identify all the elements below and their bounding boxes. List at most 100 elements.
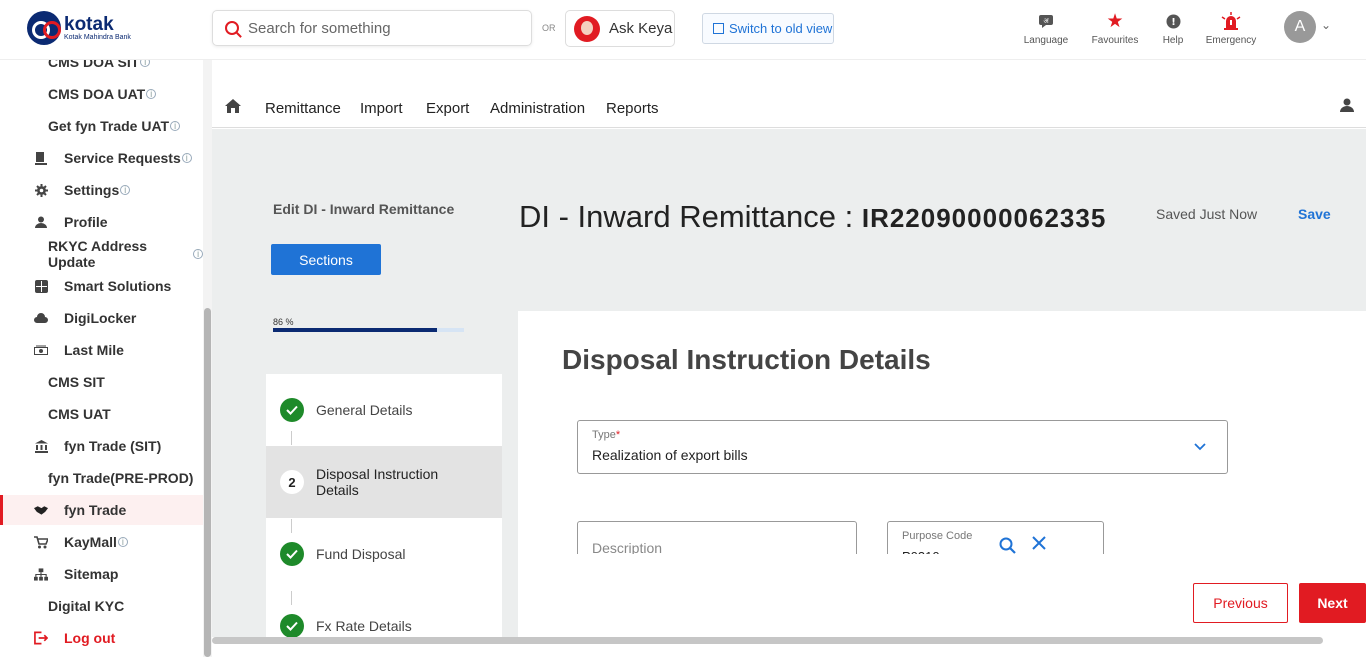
reference-number: IR22090000062335 [861, 203, 1107, 233]
nav-reports[interactable]: Reports [606, 100, 659, 117]
sidebar-item[interactable]: CMS SIT [0, 367, 203, 397]
sidebar-item-label: RKYC Address Update [48, 238, 148, 270]
previous-button[interactable]: Previous [1193, 583, 1288, 623]
sidebar: CMS DOA SIT i CMS DOA UAT i Get fyn Trade UA… [0, 60, 203, 657]
favourites-label: Favourites [1091, 35, 1139, 46]
type-select[interactable]: Type* Realization of export bills [577, 420, 1228, 474]
sidebar-item-label: Profile [64, 214, 108, 230]
chevron-down-icon [1194, 438, 1206, 454]
info-icon[interactable]: i [120, 185, 131, 196]
language-button[interactable]: अ Language [1023, 12, 1069, 46]
sidebar-item-label: DigiLocker [64, 310, 137, 326]
sidebar-item[interactable]: DigiLocker [0, 303, 203, 333]
type-label: Type* [592, 429, 621, 441]
external-link-icon [713, 23, 724, 34]
nav-administration[interactable]: Administration [490, 100, 585, 117]
purpose-code-label: Purpose Code [902, 530, 973, 542]
sidebar-item[interactable]: Get fyn Trade UAT i [0, 111, 203, 141]
sidebar-item[interactable]: Last Mile [0, 335, 203, 365]
save-button[interactable]: Save [1298, 206, 1331, 222]
cash-icon [34, 343, 48, 357]
disposal-form: Disposal Instruction Details Type* Reali… [518, 311, 1366, 564]
sidebar-item[interactable]: fyn Trade(PRE-PROD) [0, 463, 203, 493]
section-steps: General Details 2 Disposal Instruction Det… [266, 374, 502, 637]
sidebar-item[interactable]: CMS UAT [0, 399, 203, 429]
nav-export[interactable]: Export [426, 100, 469, 117]
sidebar-item[interactable]: fyn Trade [0, 495, 203, 525]
ask-keya-button[interactable]: Ask Keya [565, 10, 675, 47]
progress-bar [273, 328, 464, 332]
ask-keya-label: Ask Keya [609, 20, 673, 37]
check-icon [280, 614, 304, 637]
favourites-button[interactable]: ★ Favourites [1090, 10, 1140, 47]
or-label: OR [542, 23, 556, 33]
content-area: Edit DI - Inward Remittance Sections DI … [212, 129, 1366, 637]
edit-title: Edit DI - Inward Remittance [273, 201, 455, 217]
home-icon[interactable] [225, 99, 241, 118]
sidebar-item[interactable]: Profile [0, 207, 203, 237]
search-box[interactable] [212, 10, 532, 46]
search-input[interactable] [248, 19, 518, 37]
sidebar-item[interactable]: Service Requests i [0, 143, 203, 173]
main-nav: Remittance Import Export Administration … [212, 60, 1366, 128]
section-step-label: Fund Disposal [316, 546, 406, 562]
type-value: Realization of export bills [592, 447, 748, 463]
section-step[interactable]: 2 Disposal Instruction Details [266, 446, 502, 518]
chevron-down-icon[interactable]: ⌄ [1321, 18, 1331, 32]
progress-bar-fill [273, 328, 438, 332]
user-avatar[interactable]: A [1284, 11, 1316, 43]
sidebar-item[interactable]: Smart Solutions [0, 271, 203, 301]
sidebar-item-label: fyn Trade [64, 502, 127, 518]
sidebar-item[interactable]: Digital KYC [0, 591, 203, 621]
section-step[interactable]: Fx Rate Details [266, 590, 502, 637]
section-step[interactable]: Fund Disposal [266, 518, 502, 590]
info-icon[interactable]: i [146, 89, 157, 100]
section-step[interactable]: General Details [266, 374, 502, 446]
sidebar-item[interactable]: KayMall i [0, 527, 203, 557]
help-button[interactable]: ! Help [1160, 12, 1186, 46]
sidebar-item-label: CMS DOA SIT [48, 60, 140, 70]
info-icon[interactable]: i [181, 153, 192, 164]
help-label: Help [1162, 35, 1184, 46]
saved-status: Saved Just Now [1156, 206, 1258, 222]
switch-old-view-button[interactable]: Switch to old view [702, 13, 834, 44]
check-icon [280, 398, 304, 422]
info-icon[interactable]: i [170, 121, 181, 132]
kotak-logo[interactable]: kotak Kotak Mahindra Bank [27, 11, 131, 45]
info-icon[interactable]: i [140, 60, 151, 68]
top-bar: kotak Kotak Mahindra Bank OR Ask Keya Sw… [0, 0, 1366, 60]
sidebar-item[interactable]: Sitemap [0, 559, 203, 589]
sidebar-item-label: Service Requests [64, 150, 181, 166]
nav-import[interactable]: Import [360, 100, 403, 117]
sidebar-scrollbar-thumb[interactable] [204, 308, 211, 657]
info-icon[interactable]: i [193, 249, 203, 260]
sidebar-item[interactable]: Settings i [0, 175, 203, 205]
next-button[interactable]: Next [1299, 583, 1366, 623]
progress-label: 86 % [273, 317, 294, 327]
horizontal-scrollbar[interactable] [212, 637, 1366, 657]
user-icon[interactable] [1340, 98, 1354, 117]
sidebar-item-label: Last Mile [64, 342, 124, 358]
sidebar-item[interactable]: CMS DOA UAT i [0, 79, 203, 109]
sidebar-item-label: Smart Solutions [64, 278, 172, 294]
brand-sub: Kotak Mahindra Bank [64, 34, 131, 41]
star-icon: ★ [1106, 10, 1124, 32]
sidebar-item[interactable]: CMS DOA SIT i [0, 60, 203, 77]
switch-old-view-label: Switch to old view [729, 21, 833, 36]
info-icon[interactable]: i [117, 537, 128, 548]
sidebar-item-label: fyn Trade(PRE-PROD) [48, 470, 194, 486]
horizontal-scrollbar-thumb[interactable] [212, 637, 1323, 644]
step-number: 2 [280, 470, 304, 494]
emergency-button[interactable]: Emergency [1205, 12, 1257, 46]
sitemap-icon [34, 567, 48, 581]
sidebar-item[interactable]: fyn Trade (SIT) [0, 431, 203, 461]
svg-text:!: ! [1171, 17, 1176, 28]
sections-button[interactable]: Sections [271, 244, 381, 275]
search-icon [225, 21, 239, 35]
section-step-label: General Details [316, 402, 413, 418]
nav-remittance[interactable]: Remittance [265, 100, 341, 117]
form-footer: Previous Next [518, 554, 1366, 637]
logout-item[interactable]: Log out [0, 623, 203, 653]
logout-icon [34, 631, 48, 645]
sidebar-item[interactable]: RKYC Address Update i [0, 238, 203, 270]
